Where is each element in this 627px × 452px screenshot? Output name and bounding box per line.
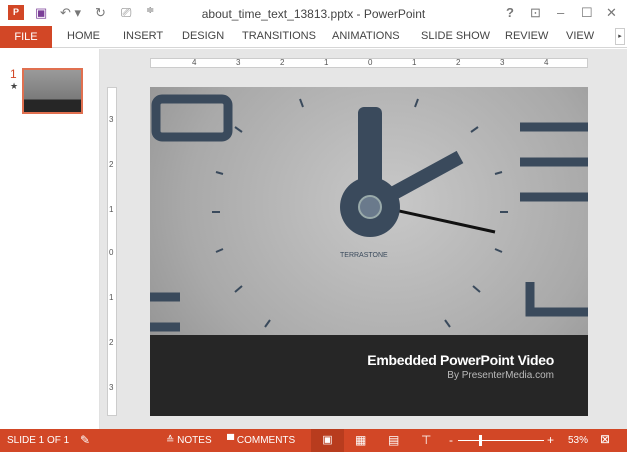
help-icon[interactable]: ? xyxy=(506,5,514,20)
slide-counter: SLIDE 1 OF 1 xyxy=(7,435,70,446)
notes-button[interactable]: ≙ NOTES xyxy=(166,435,212,446)
normal-view-button[interactable]: ▣ xyxy=(311,429,344,452)
tab-view[interactable]: VIEW xyxy=(566,30,594,42)
horizontal-ruler[interactable]: 4 3 2 1 0 1 2 3 4 xyxy=(150,58,588,68)
caption-title: Embedded PowerPoint Video xyxy=(367,352,554,368)
clock-numeral-4 xyxy=(525,282,588,317)
zoom-slider-thumb[interactable] xyxy=(479,435,482,446)
tab-home[interactable]: HOME xyxy=(67,30,100,42)
fit-to-window-icon[interactable]: ⊠ xyxy=(600,432,610,446)
status-bar: SLIDE 1 OF 1 ✎ ≙ NOTES ▀ COMMENTS ▣ ▦ ▤ … xyxy=(0,429,627,452)
ribbon-display-options-icon[interactable]: ⊡ xyxy=(530,5,541,21)
close-icon[interactable]: ✕ xyxy=(606,5,617,21)
ruler-label: 1 xyxy=(109,205,114,214)
ruler-label: 3 xyxy=(109,383,114,392)
ruler-label: 2 xyxy=(109,338,114,347)
ruler-label: 3 xyxy=(109,115,114,124)
thumbnail-pane: 1 ★ xyxy=(0,49,100,429)
ruler-label: 2 xyxy=(456,58,461,67)
tab-file[interactable]: FILE xyxy=(0,26,52,48)
ruler-label: 4 xyxy=(544,58,549,67)
zoom-slider[interactable] xyxy=(458,435,544,446)
clock-video[interactable]: TERRASTONE xyxy=(150,87,588,335)
tab-transitions[interactable]: TRANSITIONS xyxy=(242,30,316,42)
clock-numeral-12 xyxy=(151,94,233,142)
spell-check-icon[interactable]: ✎ xyxy=(80,433,90,447)
slide-number: 1 xyxy=(10,67,17,81)
tab-review[interactable]: REVIEW xyxy=(505,30,548,42)
clock-numeral-3 xyxy=(520,122,588,202)
slide[interactable]: TERRASTONE Embedded PowerPoint Video By … xyxy=(150,87,588,416)
tab-insert[interactable]: INSERT xyxy=(123,30,163,42)
comments-button[interactable]: ▀ COMMENTS xyxy=(227,435,295,446)
ruler-label: 1 xyxy=(324,58,329,67)
slide-thumbnail[interactable] xyxy=(22,68,83,114)
animation-star-icon: ★ xyxy=(10,81,19,91)
maximize-icon[interactable]: ☐ xyxy=(581,5,593,21)
tab-slide-show[interactable]: SLIDE SHOW xyxy=(421,30,490,42)
ribbon-tabs: HOME INSERT DESIGN TRANSITIONS ANIMATION… xyxy=(0,26,627,48)
ruler-label: 2 xyxy=(280,58,285,67)
slide-show-icon[interactable]: ⊤ xyxy=(421,433,431,447)
zoom-in-button[interactable]: + xyxy=(547,433,554,447)
clock-brand: TERRASTONE xyxy=(340,252,388,259)
ruler-label: 0 xyxy=(368,58,373,67)
scroll-tabs-right-icon[interactable]: ▸ xyxy=(615,28,625,45)
slide-sorter-icon[interactable]: ▦ xyxy=(355,433,366,447)
ruler-label: 0 xyxy=(109,248,114,257)
slide-editor: 4 3 2 1 0 1 2 3 4 3 2 1 0 1 2 3 TERRASTO… xyxy=(100,49,627,429)
caption-subtitle: By PresenterMedia.com xyxy=(447,370,554,381)
minimize-icon[interactable]: – xyxy=(557,5,564,20)
caption-bar: Embedded PowerPoint Video By PresenterMe… xyxy=(150,335,588,416)
ruler-label: 4 xyxy=(192,58,197,67)
ruler-label: 3 xyxy=(236,58,241,67)
title-bar: P ▣ ↶ ▾ ↻ ⎚ ≑ about_time_text_13813.pptx… xyxy=(0,0,627,26)
zoom-out-button[interactable]: - xyxy=(449,433,453,447)
tab-animations[interactable]: ANIMATIONS xyxy=(332,30,400,42)
zoom-level[interactable]: 53% xyxy=(568,435,588,446)
notes-label: NOTES xyxy=(177,435,212,446)
ruler-label: 2 xyxy=(109,160,114,169)
vertical-ruler[interactable]: 3 2 1 0 1 2 3 xyxy=(107,87,117,416)
reading-view-icon[interactable]: ▤ xyxy=(388,433,399,447)
tab-design[interactable]: DESIGN xyxy=(182,30,224,42)
ruler-label: 1 xyxy=(412,58,417,67)
clock-numeral-8 xyxy=(150,292,180,332)
ruler-label: 1 xyxy=(109,293,114,302)
comments-label: COMMENTS xyxy=(236,435,296,446)
ruler-label: 3 xyxy=(500,58,505,67)
